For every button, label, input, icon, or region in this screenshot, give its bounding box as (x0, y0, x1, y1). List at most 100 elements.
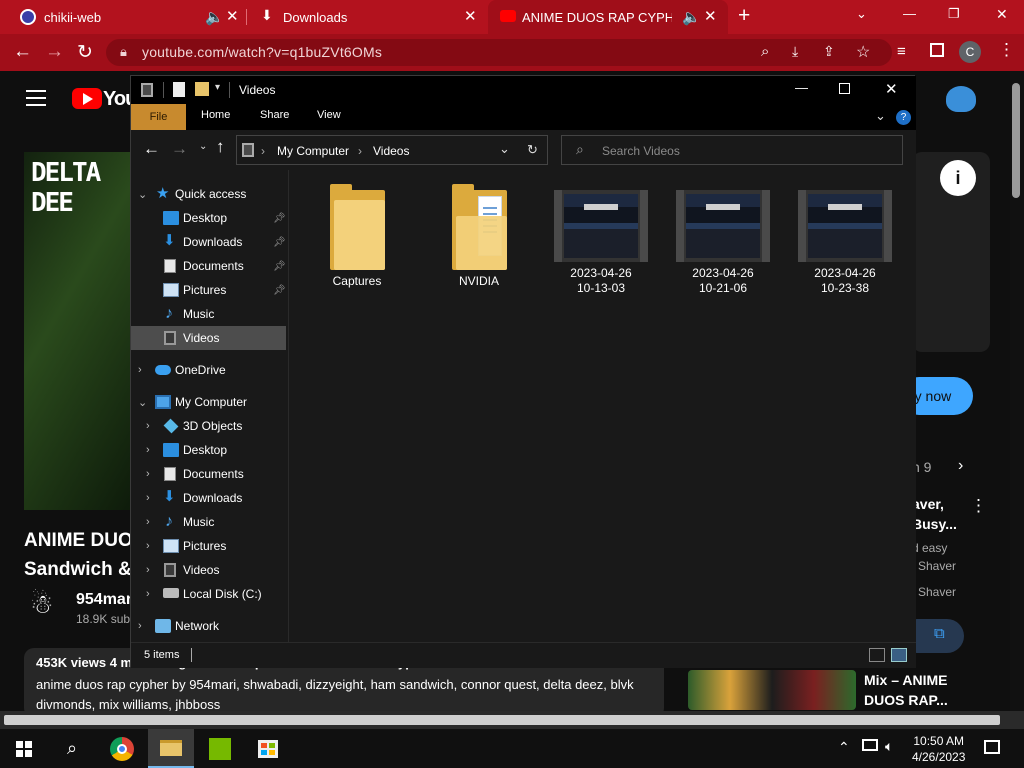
refresh-icon[interactable]: ↻ (527, 142, 538, 158)
chevron-right-icon[interactable]: › (146, 588, 150, 600)
chevron-right-icon[interactable]: › (138, 364, 142, 376)
file-item-video-3[interactable]: 2023-04-26 10-23-38 (795, 190, 895, 296)
help-icon[interactable]: ? (896, 110, 911, 125)
chevron-right-icon[interactable]: › (958, 457, 963, 475)
video-player[interactable]: DELTA DEE (24, 152, 134, 510)
chevron-right-icon[interactable]: › (146, 492, 150, 504)
nav-item-network[interactable]: › Network (131, 614, 286, 638)
nav-item-onedrive[interactable]: › OneDrive (131, 358, 286, 382)
nvidia-taskbar-icon[interactable] (198, 729, 242, 768)
mix-title-1[interactable]: Mix – ANIME (864, 672, 948, 688)
restore-icon[interactable]: ❐ (948, 6, 960, 22)
minimize-icon[interactable]: — (795, 80, 808, 95)
nav-item-downloads[interactable]: ⬇ Downloads 📌︎ (131, 230, 286, 254)
reload-icon[interactable]: ↻ (77, 41, 93, 64)
file-item-captures[interactable]: Captures (307, 184, 407, 289)
breadcrumb-videos[interactable]: Videos (373, 144, 409, 158)
address-history-chevron-icon[interactable]: ⌄ (499, 141, 510, 157)
volume-icon[interactable]: 🔈︎ (885, 738, 893, 755)
zoom-search-icon[interactable]: ⌕ (761, 43, 769, 60)
nav-item-documents[interactable]: Documents 📌︎ (131, 254, 286, 278)
back-arrow-icon[interactable]: ← (143, 139, 160, 159)
channel-avatar[interactable]: ☃ (30, 589, 53, 620)
mix-title-2[interactable]: DUOS RAP... (864, 692, 948, 708)
file-item-nvidia[interactable]: NVIDIA (429, 184, 529, 289)
close-tab-icon[interactable]: ✕ (226, 7, 239, 25)
nav-item-desktop[interactable]: Desktop 📌︎ (131, 206, 286, 230)
forward-arrow-icon[interactable]: → (45, 41, 64, 63)
chevron-down-icon[interactable]: ⌄ (138, 188, 147, 201)
address-bar[interactable]: 🔒︎ youtube.com/watch?v=q1buZVt6OMs ⌕ ⤓ ⇪… (106, 39, 892, 66)
close-icon[interactable]: ✕ (885, 80, 898, 98)
properties-icon[interactable] (173, 82, 185, 97)
new-tab-icon[interactable]: + (738, 4, 750, 28)
install-app-icon[interactable]: ⤓ (792, 43, 798, 60)
pin-icon[interactable]: 📌︎ (273, 285, 286, 296)
details-view-icon[interactable] (869, 648, 885, 662)
tab-downloads[interactable]: ⬇ Downloads ✕ (247, 0, 487, 34)
network-status-icon[interactable] (862, 739, 878, 751)
nav-item-pc-desktop[interactable]: › Desktop (131, 438, 286, 462)
nav-item-quick-access[interactable]: ⌄ ★ Quick access (131, 182, 286, 206)
tab-audio-icon[interactable]: 🔈 (205, 8, 224, 26)
more-menu-icon[interactable]: ⋮ (998, 40, 1015, 60)
quick-access-toolbar-dropdown-icon[interactable]: ▾ (215, 82, 220, 93)
nav-item-pc-music[interactable]: › ♪ Music (131, 510, 286, 534)
nav-item-pc-videos[interactable]: › Videos (131, 558, 286, 582)
search-box[interactable]: ⌕ Search Videos (561, 135, 903, 165)
scrollbar-thumb[interactable] (4, 715, 1000, 725)
pane-divider[interactable] (288, 170, 289, 642)
start-windows-icon[interactable] (10, 729, 38, 768)
nav-item-pc-pictures[interactable]: › Pictures (131, 534, 286, 558)
info-icon[interactable]: i (940, 160, 976, 196)
chevron-right-icon[interactable]: › (146, 564, 150, 576)
ribbon-tab-file[interactable]: File (131, 104, 186, 130)
chevron-right-icon[interactable]: › (146, 540, 150, 552)
nav-item-pictures[interactable]: Pictures 📌︎ (131, 278, 286, 302)
breadcrumb-my-computer[interactable]: My Computer (277, 144, 349, 158)
side-panel-icon[interactable] (930, 43, 944, 57)
ribbon-tab-share[interactable]: Share (260, 109, 289, 121)
address-bar[interactable]: › My Computer › Videos ⌄ ↻ (236, 135, 548, 165)
youtube-logo-icon[interactable] (72, 88, 102, 109)
tab-search-chevron-icon[interactable]: ⌄ (856, 6, 867, 22)
scrollbar-thumb[interactable] (1012, 83, 1020, 198)
nav-item-videos-selected[interactable]: Videos (131, 326, 286, 350)
pin-icon[interactable]: 📌︎ (273, 261, 286, 272)
nav-item-my-computer[interactable]: ⌄ My Computer (131, 390, 286, 414)
explorer-titlebar[interactable]: ▾ Videos — ✕ (131, 76, 916, 104)
pin-icon[interactable]: 📌︎ (273, 237, 286, 248)
recent-locations-chevron-icon[interactable]: ⌄ (199, 141, 207, 152)
tab-youtube-active[interactable]: ANIME DUOS RAP CYPHER | 🔈 ✕ (488, 0, 728, 34)
nav-item-pc-documents[interactable]: › Documents (131, 462, 286, 486)
chevron-right-icon[interactable]: › (146, 420, 150, 432)
chikii-mascot-icon[interactable] (946, 86, 976, 112)
new-folder-icon[interactable] (195, 82, 209, 96)
nav-item-3d-objects[interactable]: › 3D Objects (131, 414, 286, 438)
search-icon[interactable]: ⌕ (57, 729, 87, 768)
chevron-right-icon[interactable]: › (146, 468, 150, 480)
close-tab-icon[interactable]: ✕ (464, 7, 477, 25)
media-control-icon[interactable]: ≡ (897, 43, 906, 60)
nav-item-pc-downloads[interactable]: › ⬇ Downloads (131, 486, 286, 510)
chrome-taskbar-icon[interactable] (100, 729, 144, 768)
up-arrow-icon[interactable]: ↑ (216, 137, 225, 157)
nav-item-local-disk[interactable]: › Local Disk (C:) (131, 582, 286, 606)
expand-ribbon-chevron-icon[interactable]: ⌄ (875, 108, 886, 124)
file-item-video-1[interactable]: 2023-04-26 10-13-03 (551, 190, 651, 296)
ribbon-tab-home[interactable]: Home (201, 109, 230, 121)
file-item-video-2[interactable]: 2023-04-26 10-21-06 (673, 190, 773, 296)
tab-audio-icon[interactable]: 🔈 (682, 8, 701, 26)
tab-chikii[interactable]: chikii-web 🔈 ✕ (0, 0, 246, 34)
show-hidden-icons-chevron-icon[interactable]: ⌃ (838, 739, 850, 756)
system-clock[interactable]: 10:50 AM 4/26/2023 (912, 733, 965, 765)
share-icon[interactable]: ⇪ (823, 43, 835, 60)
microsoft-store-icon[interactable] (246, 729, 290, 768)
side-card-title-2[interactable]: Busy... (912, 516, 957, 532)
notifications-icon[interactable] (984, 740, 1000, 754)
side-card-title-1[interactable]: aver, (912, 496, 944, 512)
bookmark-star-icon[interactable]: ☆ (856, 42, 870, 62)
back-arrow-icon[interactable]: ← (13, 41, 32, 63)
large-icons-view-icon[interactable] (891, 648, 907, 662)
file-explorer-taskbar-icon[interactable] (148, 729, 194, 768)
